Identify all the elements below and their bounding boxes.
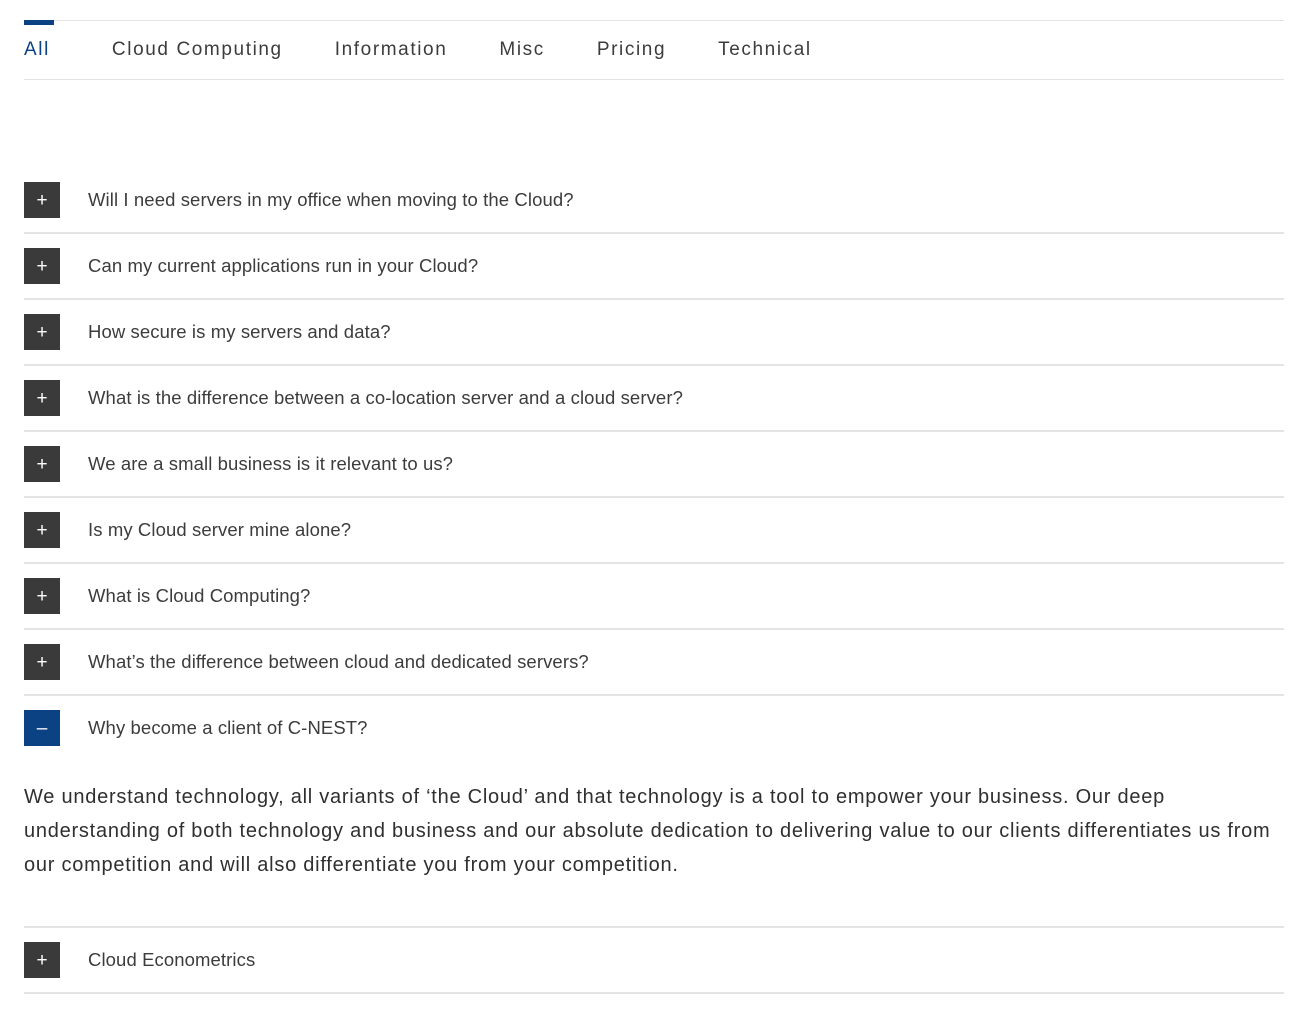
faq-item: + What is Cloud Computing? (24, 564, 1284, 630)
faq-question: What’s the difference between cloud and … (88, 651, 589, 672)
tab-all-label: All (24, 39, 50, 60)
faq-question: We are a small business is it relevant t… (88, 453, 454, 474)
tab-information-label: Information (334, 39, 448, 60)
plus-icon[interactable]: + (24, 182, 60, 218)
faq-question: Why become a client of C-NEST? (88, 717, 368, 738)
faq-item: + What is the difference between a co-lo… (24, 366, 1284, 432)
minus-icon[interactable]: – (24, 710, 60, 746)
category-tab-bar: All Cloud Computing Information Misc Pri… (24, 20, 1284, 80)
faq-answer-text: We understand technology, all variants o… (24, 786, 1271, 876)
faq-item: + What’s the difference between cloud an… (24, 630, 1284, 696)
tab-cloud-computing[interactable]: Cloud Computing (112, 21, 283, 79)
plus-icon[interactable]: + (24, 248, 60, 284)
tab-technical-label: Technical (718, 39, 812, 60)
tab-cloud-computing-label: Cloud Computing (111, 39, 283, 60)
plus-icon[interactable]: + (24, 314, 60, 350)
faq-question: Is my Cloud server mine alone? (88, 519, 352, 540)
faq-header[interactable]: + Is my Cloud server mine alone? (24, 498, 1284, 562)
tab-all[interactable]: All (24, 20, 54, 79)
faq-item: + Can my current applications run in you… (24, 234, 1284, 300)
faq-item: + How secure is my servers and data? (24, 300, 1284, 366)
faq-question: Cloud Econometrics (88, 949, 256, 970)
plus-icon[interactable]: + (24, 446, 60, 482)
plus-icon[interactable]: + (24, 942, 60, 978)
plus-icon[interactable]: + (24, 644, 60, 680)
faq-item: + Cloud Econometrics (24, 928, 1284, 994)
tab-misc-label: Misc (499, 39, 545, 60)
tab-pricing-label: Pricing (596, 39, 667, 60)
faq-question: What is the difference between a co-loca… (88, 387, 683, 408)
faq-header[interactable]: + How secure is my servers and data? (24, 300, 1284, 364)
faq-answer-panel: We understand technology, all variants o… (24, 760, 1284, 926)
tab-technical[interactable]: Technical (718, 21, 812, 79)
faq-header[interactable]: + Cloud Econometrics (24, 928, 1284, 992)
faq-page: All Cloud Computing Information Misc Pri… (0, 0, 1308, 1020)
plus-icon[interactable]: + (24, 578, 60, 614)
faq-item: + Will I need servers in my office when … (24, 168, 1284, 234)
faq-header[interactable]: + What is Cloud Computing? (24, 564, 1284, 628)
faq-item: + Is my Cloud server mine alone? (24, 498, 1284, 564)
faq-item-expanded: – Why become a client of C-NEST? We unde… (24, 696, 1284, 928)
faq-question: How secure is my servers and data? (88, 321, 391, 342)
faq-header[interactable]: + What is the difference between a co-lo… (24, 366, 1284, 430)
faq-header[interactable]: + Will I need servers in my office when … (24, 168, 1284, 232)
tab-pricing[interactable]: Pricing (597, 21, 666, 79)
faq-header[interactable]: + What’s the difference between cloud an… (24, 630, 1284, 694)
faq-question: Will I need servers in my office when mo… (88, 189, 574, 210)
faq-question: What is Cloud Computing? (88, 585, 311, 606)
plus-icon[interactable]: + (24, 380, 60, 416)
faq-header[interactable]: + We are a small business is it relevant… (24, 432, 1284, 496)
plus-icon[interactable]: + (24, 512, 60, 548)
tab-misc[interactable]: Misc (499, 21, 544, 79)
faq-item: + We are a small business is it relevant… (24, 432, 1284, 498)
faq-header[interactable]: – Why become a client of C-NEST? (24, 696, 1284, 760)
faq-accordion: + Will I need servers in my office when … (24, 168, 1284, 994)
faq-header[interactable]: + Can my current applications run in you… (24, 234, 1284, 298)
tab-information[interactable]: Information (335, 21, 448, 79)
faq-question: Can my current applications run in your … (88, 255, 479, 276)
